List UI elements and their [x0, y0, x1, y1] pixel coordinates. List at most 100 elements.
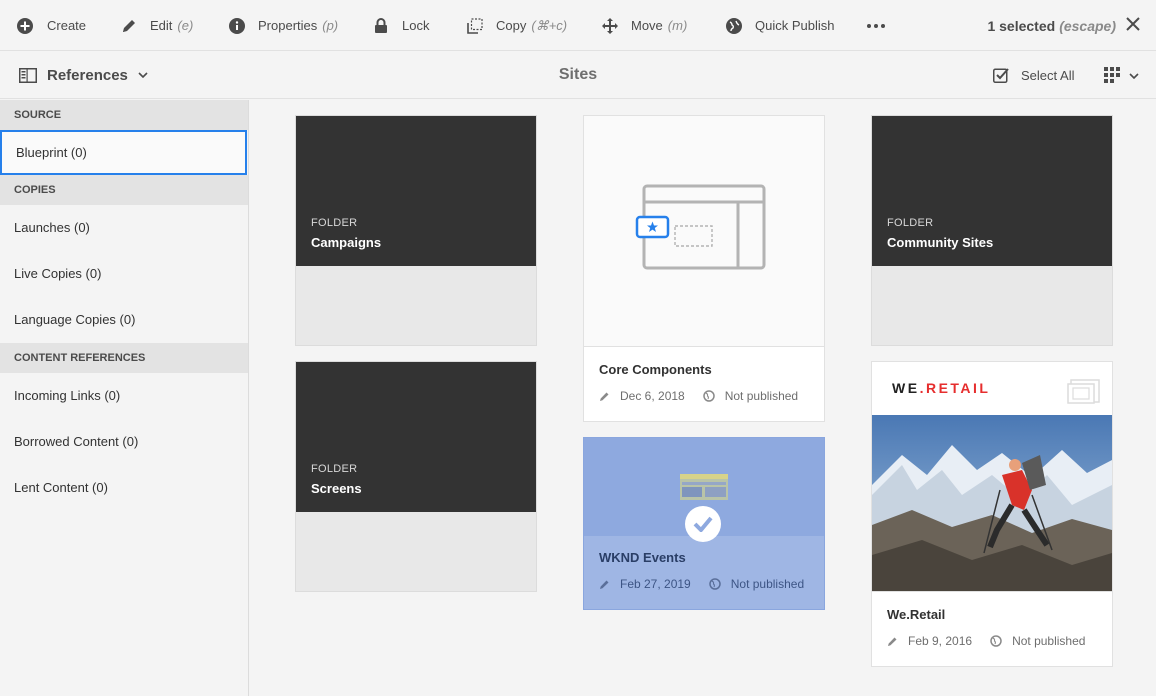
modified-date: Dec 6, 2018 — [620, 389, 685, 403]
close-icon — [1126, 17, 1140, 31]
pencil-icon — [120, 17, 138, 35]
rail-label: References — [47, 66, 128, 84]
rail-item-lent-content[interactable]: Lent Content (0) — [0, 465, 248, 511]
create-label: Create — [47, 18, 87, 33]
pencil-icon — [599, 579, 610, 590]
edit-label: Edit — [150, 18, 173, 33]
info-icon — [228, 17, 246, 35]
pencil-icon — [599, 391, 610, 402]
live-copy-icon — [1067, 379, 1100, 404]
modified-date: Feb 27, 2019 — [620, 577, 691, 591]
ellipsis-icon — [866, 17, 886, 35]
page-title: Sites — [558, 66, 598, 83]
modified-date: Feb 9, 2016 — [908, 634, 973, 648]
card-title: Core Components — [599, 362, 712, 377]
add-circle-icon — [16, 17, 34, 35]
selection-status: 1 selected (escape) — [987, 0, 1116, 51]
page-card-we-retail[interactable]: WE.RETAIL We.Retail Feb 9, 2016 Not publ… — [871, 361, 1113, 667]
page-card-wknd-events[interactable]: WKND Events Feb 27, 2019 Not published — [583, 437, 825, 610]
page-template-thumbnail — [584, 116, 824, 347]
folder-kind-label: FOLDER — [887, 217, 934, 229]
folder-kind-label: FOLDER — [311, 463, 358, 475]
folder-thumbnail: FOLDER Community Sites — [872, 116, 1112, 266]
globe-publish-icon — [725, 17, 743, 35]
page-card-core-components[interactable]: Core Components Dec 6, 2018 Not publishe… — [583, 115, 825, 422]
title-bar: References Sites Select All — [0, 51, 1156, 99]
move-button[interactable]: Move (m) — [601, 0, 687, 51]
folder-thumbnail: FOLDER Campaigns — [296, 116, 536, 266]
selected-count: 1 selected — [987, 17, 1056, 34]
publish-status: Not published — [730, 577, 805, 591]
folder-name: Community Sites — [887, 235, 994, 250]
selection-check-icon[interactable] — [685, 506, 721, 542]
properties-shortcut: (p) — [322, 18, 339, 33]
publish-status: Not published — [724, 389, 799, 403]
lock-icon — [372, 17, 390, 35]
page-template-icon — [635, 184, 766, 270]
move-arrows-icon — [601, 17, 619, 35]
card-meta: Dec 6, 2018 Not published — [599, 389, 809, 403]
folder-name: Screens — [311, 481, 362, 496]
pencil-icon — [887, 636, 898, 647]
rail-item-blueprint[interactable]: Blueprint (0) — [0, 130, 247, 175]
globe-status-icon — [708, 578, 721, 590]
select-all-checkbox-icon — [993, 67, 1010, 83]
rail-panel-icon — [19, 67, 37, 83]
card-title: We.Retail — [887, 607, 946, 622]
card-title: WKND Events — [599, 550, 686, 565]
action-bar: Create Edit (e) Properties (p) Lock Copy… — [0, 0, 1156, 51]
escape-hint: (escape) — [1059, 17, 1116, 34]
select-all-button[interactable]: Select All — [993, 51, 1074, 99]
rail-item-language-copies[interactable]: Language Copies (0) — [0, 297, 248, 343]
page-preview-image — [680, 474, 728, 500]
folder-card-community-sites[interactable]: FOLDER Community Sites — [871, 115, 1113, 346]
folder-thumbnail: FOLDER Screens — [296, 362, 536, 512]
card-meta: Feb 27, 2019 Not published — [599, 577, 809, 591]
move-shortcut: (m) — [667, 18, 688, 33]
move-label: Move — [631, 18, 663, 33]
globe-status-icon — [702, 390, 715, 402]
rail-item-incoming-links[interactable]: Incoming Links (0) — [0, 373, 248, 419]
properties-label: Properties — [258, 18, 318, 33]
rail-heading-source: SOURCE — [0, 100, 248, 130]
page-thumbnail: WE.RETAIL — [872, 362, 1112, 592]
hiker-photo — [872, 415, 1112, 591]
close-selection-button[interactable] — [1126, 17, 1142, 33]
publish-status: Not published — [1012, 634, 1086, 648]
edit-button[interactable]: Edit (e) — [120, 0, 193, 51]
card-view-icon — [1104, 67, 1121, 84]
rail-heading-content-references: CONTENT REFERENCES — [0, 343, 248, 373]
folder-card-campaigns[interactable]: FOLDER Campaigns — [295, 115, 537, 346]
lock-label: Lock — [402, 18, 430, 33]
folder-kind-label: FOLDER — [311, 217, 358, 229]
card-info: Core Components Dec 6, 2018 Not publishe… — [584, 347, 824, 403]
globe-status-icon — [990, 635, 1002, 647]
copy-shortcut: (⌘+c) — [531, 17, 568, 33]
lock-button[interactable]: Lock — [372, 0, 429, 51]
folder-name: Campaigns — [311, 235, 382, 250]
quick-publish-label: Quick Publish — [755, 18, 835, 33]
properties-button[interactable]: Properties (p) — [228, 0, 338, 51]
select-all-label: Select All — [1021, 67, 1075, 83]
chevron-down-icon — [138, 72, 148, 78]
more-actions-button[interactable] — [866, 0, 898, 51]
copy-button[interactable]: Copy (⌘+c) — [466, 0, 567, 51]
create-button[interactable]: Create — [16, 0, 86, 51]
rail-heading-copies: COPIES — [0, 175, 248, 205]
chevron-down-icon — [1129, 72, 1139, 79]
rail-toggle-button[interactable]: References — [19, 51, 148, 99]
quick-publish-button[interactable]: Quick Publish — [725, 0, 834, 51]
we-retail-logo: WE.RETAIL — [892, 380, 991, 396]
rail-item-borrowed-content[interactable]: Borrowed Content (0) — [0, 419, 248, 465]
references-rail: SOURCE Blueprint (0) COPIES Launches (0)… — [0, 100, 249, 696]
folder-card-screens[interactable]: FOLDER Screens — [295, 361, 537, 592]
rail-item-live-copies[interactable]: Live Copies (0) — [0, 251, 248, 297]
copy-label: Copy — [496, 18, 527, 33]
page-thumbnail — [584, 438, 824, 542]
edit-shortcut: (e) — [177, 18, 194, 33]
card-info: WKND Events Feb 27, 2019 Not published — [584, 536, 824, 591]
view-switcher-button[interactable] — [1104, 67, 1139, 84]
card-meta: Feb 9, 2016 Not published — [887, 634, 1097, 648]
rail-item-launches[interactable]: Launches (0) — [0, 205, 248, 251]
copy-icon — [466, 17, 484, 35]
